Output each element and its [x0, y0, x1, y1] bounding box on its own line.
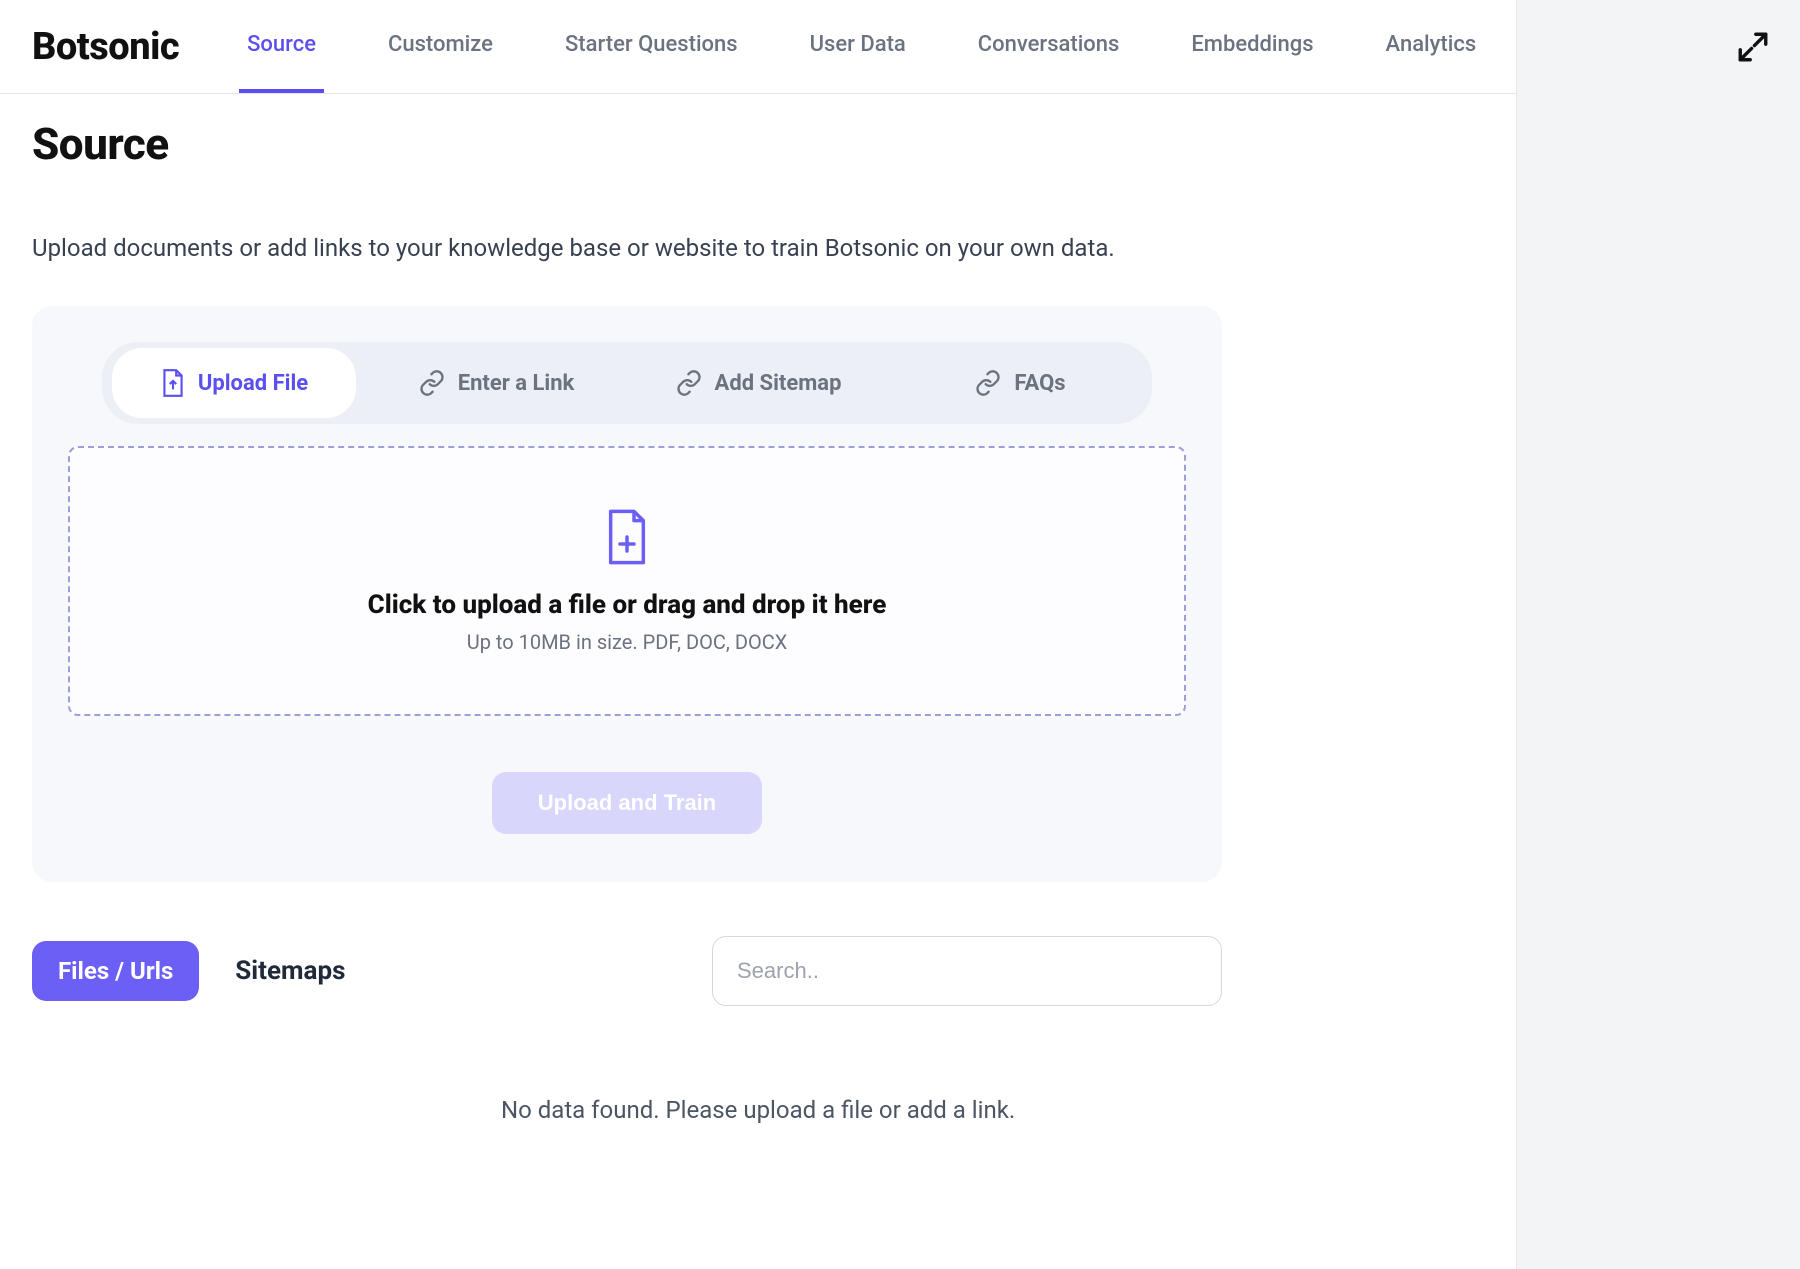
nav-tab-label: User Data: [810, 32, 906, 57]
upload-tab-label: FAQs: [1014, 371, 1065, 396]
upload-and-train-button[interactable]: Upload and Train: [492, 772, 762, 834]
file-dropzone[interactable]: Click to upload a file or drag and drop …: [68, 446, 1186, 716]
link-icon: [418, 369, 446, 397]
nav-tab-customize[interactable]: Customize: [380, 0, 501, 93]
file-upload-icon: [160, 368, 186, 398]
nav-tab-embeddings[interactable]: Embeddings: [1183, 0, 1321, 93]
upload-tab-label: Enter a Link: [458, 371, 575, 396]
upload-tab-label: Upload File: [198, 371, 308, 396]
dropzone-title: Click to upload a file or drag and drop …: [368, 590, 887, 620]
dropzone-subtitle: Up to 10MB in size. PDF, DOC, DOCX: [467, 630, 788, 654]
filter-row: Files / Urls Sitemaps: [32, 936, 1222, 1006]
page-title: Source: [32, 118, 1484, 170]
nav-tab-conversations[interactable]: Conversations: [970, 0, 1128, 93]
expand-icon[interactable]: [1730, 24, 1776, 75]
topbar: Botsonic Source Customize Starter Questi…: [0, 0, 1516, 94]
nav-tab-source[interactable]: Source: [239, 0, 324, 93]
brand-logo: Botsonic: [32, 25, 179, 69]
nav-tab-label: Source: [247, 32, 316, 57]
filter-tab-sitemaps[interactable]: Sitemaps: [235, 956, 345, 986]
uploader-card: Upload File Enter a Link: [32, 306, 1222, 882]
link-icon: [974, 369, 1002, 397]
nav-tab-analytics[interactable]: Analytics: [1378, 0, 1485, 93]
upload-tab-link[interactable]: Enter a Link: [374, 348, 618, 418]
upload-tab-file[interactable]: Upload File: [112, 348, 356, 418]
file-add-icon: [602, 509, 652, 570]
nav-tab-label: Customize: [388, 32, 493, 57]
nav-tab-starter-questions[interactable]: Starter Questions: [557, 0, 746, 93]
upload-tab-label: Add Sitemap: [715, 371, 842, 396]
nav-tab-label: Embeddings: [1191, 32, 1313, 57]
upload-tab-sitemap[interactable]: Add Sitemap: [636, 348, 880, 418]
upload-tab-faqs[interactable]: FAQs: [898, 348, 1142, 418]
nav-tab-label: Analytics: [1386, 32, 1477, 57]
nav-tab-label: Conversations: [978, 32, 1120, 57]
upload-tabs: Upload File Enter a Link: [102, 342, 1152, 424]
preview-panel: [1517, 0, 1800, 1269]
nav-tab-user-data[interactable]: User Data: [802, 0, 914, 93]
page-description: Upload documents or add links to your kn…: [32, 230, 1182, 266]
empty-state-message: No data found. Please upload a file or a…: [32, 1096, 1484, 1124]
nav-tab-label: Starter Questions: [565, 32, 738, 57]
link-icon: [675, 369, 703, 397]
filter-tab-files-urls[interactable]: Files / Urls: [32, 941, 199, 1001]
main-nav: Source Customize Starter Questions User …: [239, 0, 1484, 93]
search-input[interactable]: [712, 936, 1222, 1006]
